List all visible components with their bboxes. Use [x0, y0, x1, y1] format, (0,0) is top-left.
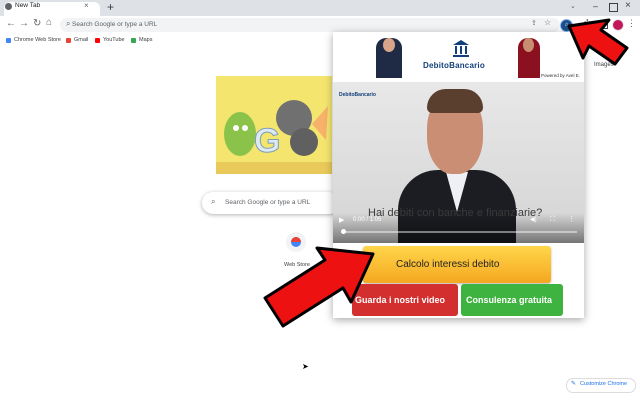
play-icon[interactable]: ▶ — [339, 216, 344, 224]
youtube-icon — [95, 38, 100, 43]
customize-chrome-label: Customize Chrome — [580, 381, 628, 387]
bookmark-chrome-web-store[interactable]: Chrome Web Store — [14, 37, 61, 43]
video-watermark-logo: DebitoBancario — [339, 92, 376, 98]
maximize-icon[interactable] — [609, 3, 618, 12]
minimize-icon[interactable]: – — [593, 1, 598, 11]
new-tab-button[interactable]: + — [107, 1, 114, 13]
bookmark-star-icon[interactable]: ☆ — [544, 18, 551, 27]
gmail-icon — [66, 38, 71, 43]
bank-logo-icon — [453, 40, 469, 58]
tab-title: New Tab — [15, 2, 41, 9]
chrome-icon — [5, 3, 12, 10]
search-icon: ⌕ — [211, 197, 216, 206]
consultant-man-head — [383, 38, 395, 52]
omnibox-placeholder: Search Google or type a URL — [72, 21, 158, 28]
maps-icon — [131, 38, 136, 43]
webstore-icon — [6, 38, 11, 43]
calcolo-interessi-label: Calcolo interessi debito — [396, 259, 500, 270]
brand-name: DebitoBancario — [423, 61, 485, 70]
red-arrow-icon — [263, 246, 375, 328]
video-time: 0:00 / 1:05 — [353, 217, 382, 223]
ntp-search-placeholder: Search Google or type a URL — [225, 199, 311, 206]
share-icon[interactable]: ⇪ — [531, 19, 537, 27]
bookmark-gmail[interactable]: Gmail — [74, 37, 88, 43]
video-progress-bar[interactable] — [341, 231, 577, 233]
video-caption: Hai debiti con banche e finanziarie? — [368, 207, 543, 219]
presenter-hair — [427, 89, 483, 113]
back-icon[interactable]: ← — [6, 18, 16, 29]
video-progress-thumb[interactable] — [341, 229, 346, 234]
volume-icon[interactable]: ◀) — [530, 216, 537, 223]
consultant-woman-head — [523, 38, 534, 52]
svg-text:G: G — [254, 122, 280, 160]
tab-close-icon[interactable]: × — [84, 1, 89, 10]
reload-icon[interactable]: ↻ — [33, 18, 41, 29]
powered-by-text: Powered by Avel E. — [541, 73, 580, 78]
consulenza-gratuita-label: Consulenza gratuita — [466, 295, 553, 305]
fullscreen-icon[interactable]: ⛶ — [550, 216, 555, 224]
bookmark-maps[interactable]: Maps — [139, 37, 152, 43]
doodle-illustration: G — [216, 100, 332, 174]
video-more-icon[interactable]: ⋮ — [568, 215, 575, 223]
forward-icon[interactable]: → — [19, 18, 29, 29]
close-window-icon[interactable]: × — [625, 0, 631, 11]
red-arrow-top-icon — [567, 18, 629, 66]
google-doodle[interactable]: G — [216, 76, 332, 174]
omnibox-search-icon: ⌕ — [66, 19, 71, 28]
bookmark-youtube[interactable]: YouTube — [103, 37, 125, 43]
pencil-icon: ✎ — [571, 381, 577, 387]
chevron-down-icon[interactable]: ⌄ — [570, 2, 576, 10]
mouse-cursor-icon: ➤ — [302, 362, 309, 371]
home-icon[interactable]: ⌂ — [46, 17, 52, 28]
